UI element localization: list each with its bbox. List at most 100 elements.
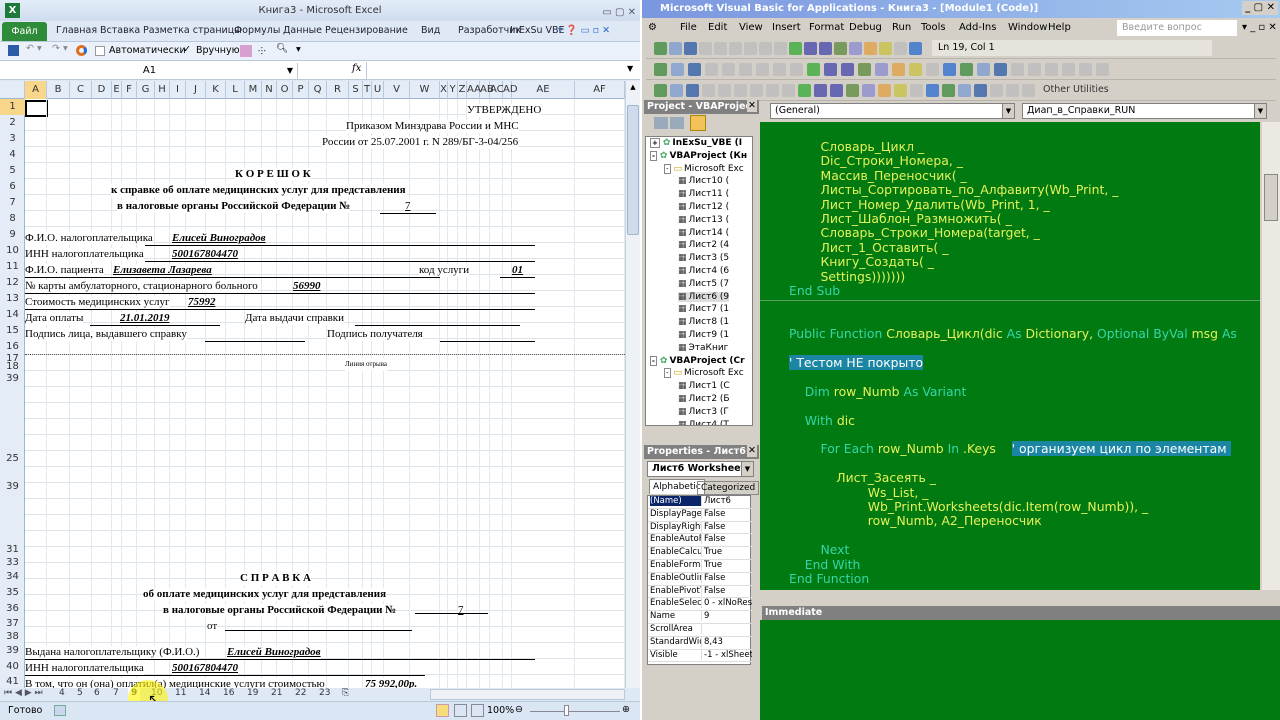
tb2-icon[interactable] [1079, 63, 1092, 76]
menu-format[interactable]: Format [809, 22, 844, 33]
tree-icon[interactable]: ⸭ [258, 44, 266, 57]
code-line[interactable]: Листы_Сортировать_по_Алфавиту(Wb_Print, … [789, 182, 1119, 197]
code-line[interactable]: End Function [789, 571, 869, 586]
row-header[interactable]: 11 [0, 259, 25, 275]
tb1-icon[interactable] [759, 42, 772, 55]
tab-categorized[interactable]: Categorized [697, 481, 760, 495]
tb1-icon[interactable] [654, 42, 667, 55]
tree-item[interactable]: ▦ Лист11 ( [678, 189, 729, 199]
tb2-icon[interactable] [892, 63, 905, 76]
tb2-icon[interactable] [722, 63, 735, 76]
property-value[interactable]: False [704, 573, 752, 583]
code-line[interactable]: For Each row_Numb In .Keys ' организуем … [789, 441, 1231, 457]
excel-window-controls[interactable]: ▭ ▢ ✕ [602, 2, 636, 23]
procedure-dropdown[interactable]: Диап_в_Справки_RUN ▼ [1022, 103, 1267, 119]
column-header[interactable]: X [440, 81, 448, 99]
undo-icon[interactable]: ↶ ▾ [26, 43, 42, 54]
view-object-icon[interactable] [670, 117, 684, 129]
row-header[interactable]: 25 [0, 451, 25, 467]
tb2-icon[interactable] [875, 63, 888, 76]
tb1-icon[interactable] [699, 42, 712, 55]
tb2-icon[interactable] [841, 63, 854, 76]
tb2-icon[interactable] [739, 63, 752, 76]
tree-item[interactable]: - ✿ VBAProject (Cr [650, 355, 745, 366]
tree-item[interactable]: ▦ Лист2 (Б [678, 394, 730, 404]
sheet-tab-14[interactable]: 14 [196, 688, 213, 701]
column-header[interactable]: B [47, 81, 70, 99]
tb1-icon[interactable] [669, 42, 682, 55]
tb1-icon[interactable] [879, 42, 892, 55]
page-layout-icon[interactable] [454, 704, 467, 717]
immediate-window[interactable] [760, 620, 1280, 720]
code-line[interactable]: ' Тестом НЕ покрыто [789, 355, 924, 370]
tb2-icon[interactable] [1028, 63, 1041, 76]
code-line[interactable]: With dic [789, 413, 855, 428]
tb3-icon[interactable] [830, 84, 843, 97]
code-line[interactable]: Dic_Строки_Номера, _ [789, 154, 963, 168]
row-header[interactable]: 34 [0, 569, 25, 585]
tree-item[interactable]: + ✿ InExSu_VBE (I [650, 138, 742, 148]
code-line[interactable]: Словарь_Цикл _ [789, 139, 925, 154]
code-line[interactable]: Settings))))))) [789, 269, 906, 284]
code-line[interactable]: Wb_Print.Worksheets(dic.Item(row_Numb)),… [789, 499, 1148, 514]
vertical-scrollbar[interactable]: ▲ [625, 81, 640, 688]
code-line[interactable]: End With [789, 557, 861, 572]
chevron-down-icon[interactable]: ▼ [1254, 104, 1266, 118]
row-header[interactable]: 39 [0, 371, 25, 387]
tb3-icon[interactable] [670, 84, 683, 97]
column-header[interactable]: T [363, 81, 372, 99]
code-line[interactable]: Словарь_Строки_Номера(target, _ [789, 226, 1040, 240]
tb1-icon[interactable] [834, 42, 847, 55]
tb1-icon[interactable] [684, 42, 697, 55]
sheet-tab-22[interactable]: 22 [292, 688, 309, 701]
scroll-thumb[interactable] [627, 105, 639, 235]
column-header[interactable]: K [206, 81, 226, 99]
row-header[interactable]: 39 [0, 479, 25, 495]
tree-item[interactable]: - ▭ Microsoft Exc [664, 163, 744, 174]
tb3-icon[interactable] [1022, 84, 1035, 97]
code-line[interactable]: Лист_Номер_Удалить(Wb_Print, 1, _ [789, 197, 1050, 212]
row-header[interactable]: 4 [0, 147, 25, 163]
insert-sheet-icon[interactable]: ⎘ [342, 688, 349, 701]
column-header[interactable]: S [349, 81, 363, 99]
tb3-icon[interactable] [734, 84, 747, 97]
macro-record-icon[interactable] [54, 705, 66, 716]
tb2-icon[interactable] [671, 63, 684, 76]
property-value[interactable]: False [704, 522, 752, 532]
tb3-icon[interactable] [798, 84, 811, 97]
sheet-tab-4[interactable]: 4 [56, 688, 68, 701]
column-header[interactable]: J [186, 81, 206, 99]
property-value[interactable]: -1 - xlSheetV [704, 650, 752, 660]
page-break-icon[interactable] [471, 704, 484, 717]
property-row[interactable]: ScrollArea [648, 624, 752, 637]
tree-item[interactable]: ▦ Лист4 (Т [678, 420, 729, 425]
tb2-icon[interactable] [994, 63, 1007, 76]
scroll-thumb[interactable] [1264, 174, 1278, 221]
tree-item[interactable]: - ✿ VBAProject (Кн [650, 150, 747, 161]
normal-view-icon[interactable] [436, 704, 449, 717]
tb2-icon[interactable] [943, 63, 956, 76]
column-header[interactable]: Z [458, 81, 467, 99]
expand-toggle-icon[interactable]: - [650, 150, 657, 161]
expand-toggle-icon[interactable]: - [664, 163, 671, 174]
tb3-icon[interactable] [750, 84, 763, 97]
tb1-icon[interactable] [774, 42, 787, 55]
tab-3[interactable]: Разметка страницы [143, 25, 242, 36]
tree-item[interactable]: ▦ Лист12 ( [678, 202, 729, 212]
formula-input[interactable] [366, 62, 624, 79]
sheet-tab-23[interactable]: 23 [316, 688, 333, 701]
tb3-icon[interactable] [782, 84, 795, 97]
tb3-icon[interactable] [974, 84, 987, 97]
inspect-icon[interactable]: 🔍︎ [276, 43, 288, 54]
select-all-corner[interactable] [0, 81, 25, 99]
tree-item[interactable]: ▦ Лист9 (1 [678, 330, 729, 340]
column-header[interactable]: O [277, 81, 293, 99]
code-line[interactable]: Ws_List, _ [789, 485, 929, 500]
row-header[interactable]: 13 [0, 291, 25, 307]
tab-6[interactable]: Рецензирование [325, 25, 408, 36]
code-line[interactable]: End Sub [789, 283, 840, 298]
tab-4[interactable]: Формулы [234, 25, 280, 36]
code-line[interactable]: Лист_1_Оставить( _ [789, 240, 949, 255]
row-header[interactable]: 41 [0, 675, 25, 688]
tab-0[interactable]: Файл [2, 22, 47, 41]
